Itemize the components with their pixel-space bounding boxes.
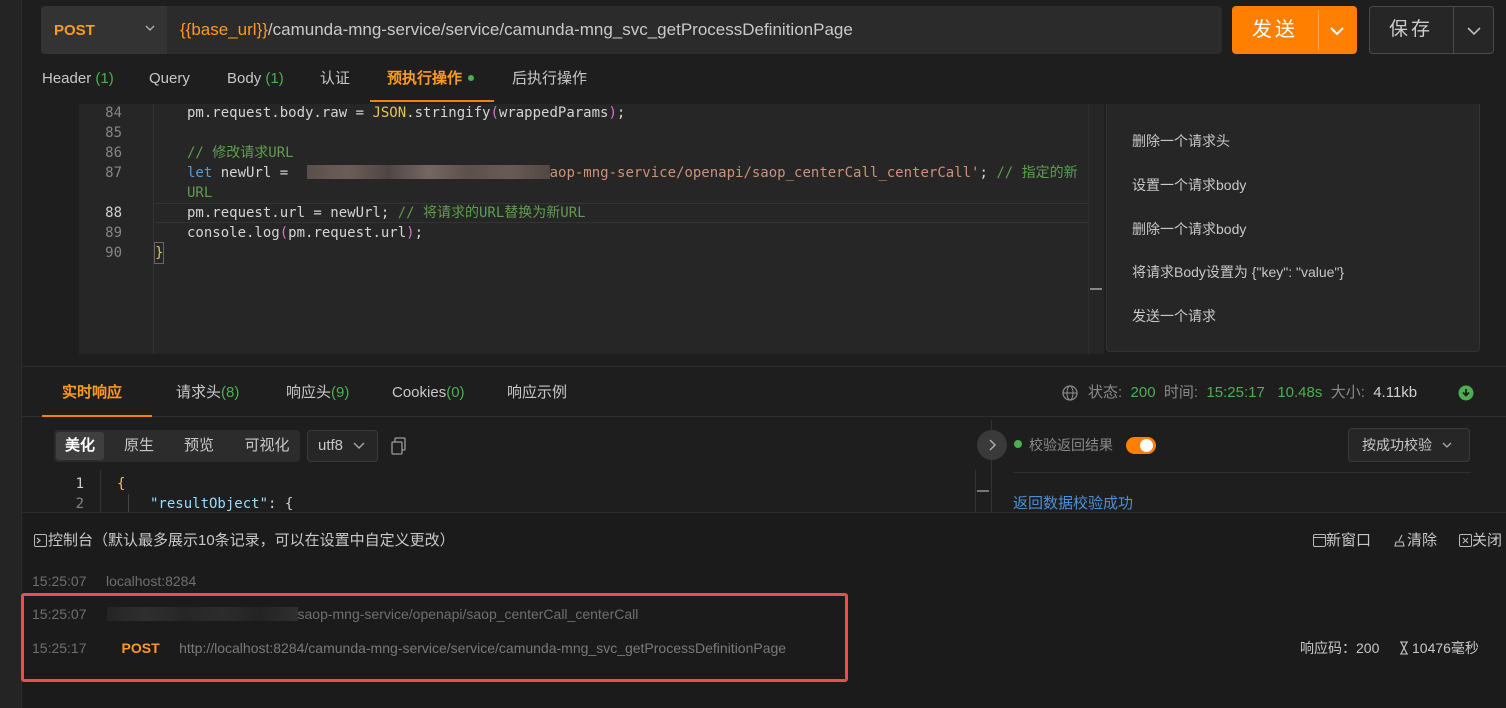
editor-gutter-border (100, 470, 101, 512)
line-number: 90 (105, 245, 122, 261)
method-label: POST (54, 21, 95, 39)
line-number: 88 (105, 205, 122, 221)
download-icon[interactable] (1458, 385, 1474, 401)
editor-scrollbar[interactable] (1088, 104, 1104, 354)
tabs-baseline (22, 416, 1506, 417)
tab-body[interactable]: Body (1) (227, 67, 284, 91)
line-number: 84 (105, 105, 122, 121)
active-script-dot (468, 75, 474, 81)
validation-status-dot (1014, 440, 1022, 448)
tab-header[interactable]: Header (1) (42, 67, 114, 91)
close-console-button[interactable]: 关闭 (1459, 530, 1502, 552)
save-button-label[interactable]: 保存 (1369, 6, 1453, 54)
line-number: 2 (75, 496, 84, 512)
chevron-down-icon (353, 442, 365, 449)
response-status-bar: 状态: 200 时间: 15:25:17 10.48s 大小: 4.11kb (1088, 384, 1418, 401)
validation-divider (1013, 472, 1471, 473)
tab-response-examples[interactable]: 响应示例 (507, 382, 567, 404)
chevron-down-icon (1442, 442, 1452, 448)
console-title: 控制台（默认最多展示10条记录，可以在设置中自定义更改） (48, 532, 455, 549)
annotation-highlight-box (21, 593, 848, 682)
redacted-region (306, 165, 550, 179)
send-button-divider (1318, 10, 1319, 50)
tab-post-request-script[interactable]: 后执行操作 (512, 67, 587, 91)
log-response-code: 响应码：200 (1300, 640, 1380, 656)
code-line[interactable]: pm.request.body.raw = JSON.stringify(wra… (187, 103, 625, 123)
new-window-icon (1313, 534, 1326, 547)
code-line[interactable]: console.log(pm.request.url); (187, 223, 423, 243)
editor-gutter-border (153, 104, 154, 354)
send-menu-chevron-icon[interactable] (1326, 22, 1348, 40)
snippet-set-body[interactable]: 设置一个请求body (1132, 175, 1246, 195)
tab-live-response[interactable]: 实时响应 (62, 382, 122, 404)
chevron-down-icon (145, 25, 155, 32)
close-icon (1459, 534, 1472, 547)
chevron-right-icon (989, 439, 997, 451)
console-icon (34, 534, 47, 547)
broom-icon (1394, 534, 1405, 547)
globe-icon[interactable] (1061, 384, 1079, 402)
method-select[interactable]: POST (41, 6, 167, 54)
code-line[interactable]: let newUrl = aop-mng-service/openapi/sao… (187, 163, 1078, 183)
view-mode-preview[interactable]: 预览 (174, 430, 224, 462)
send-button-label[interactable]: 发送 (1232, 6, 1318, 54)
encoding-value: utf8 (318, 437, 344, 454)
line-number: 86 (105, 145, 122, 161)
editor-scroll-thumb[interactable] (1090, 288, 1102, 290)
line-number: 1 (75, 476, 84, 492)
validation-rule-value: 按成功校验 (1362, 437, 1432, 453)
code-line[interactable]: pm.request.url = newUrl; // 将请求的URL替换为新U… (187, 203, 586, 223)
code-line[interactable]: // 修改请求URL (187, 143, 294, 163)
save-button-divider (1453, 7, 1454, 53)
tab-pre-request-script[interactable]: 预执行操作 (387, 67, 462, 91)
line-number: 85 (105, 125, 122, 141)
indent-guide (128, 494, 129, 512)
tab-cookies[interactable]: Cookies(0) (392, 382, 465, 404)
response-scroll-thumb[interactable] (977, 490, 989, 492)
view-mode-raw[interactable]: 原生 (114, 430, 164, 462)
view-mode-visualize[interactable]: 可视化 (236, 430, 298, 462)
response-size: 4.11kb (1373, 384, 1418, 401)
console-log-entry[interactable]: 15:25:07 localhost:8284 (32, 571, 196, 591)
tab-auth[interactable]: 认证 (320, 67, 350, 91)
snippet-send-request[interactable]: 发送一个请求 (1132, 306, 1216, 326)
response-code-line[interactable]: "resultObject": { (150, 494, 293, 514)
code-line-wrap[interactable]: URL (187, 183, 212, 203)
new-window-button[interactable]: 新窗口 (1313, 530, 1371, 552)
save-menu-chevron-icon[interactable] (1464, 22, 1484, 40)
left-gutter (0, 0, 22, 708)
section-divider (22, 366, 1506, 367)
line-number: 89 (105, 225, 122, 241)
active-tab-indicator (370, 100, 494, 102)
hourglass-icon (1400, 641, 1408, 655)
line-number: 87 (105, 165, 122, 181)
response-code-line[interactable]: { (117, 474, 125, 494)
active-tab-indicator (42, 415, 152, 417)
snippet-remove-header[interactable]: 删除一个请求头 (1132, 131, 1230, 151)
url-variable: {{base_url}} (180, 20, 268, 39)
tab-response-headers[interactable]: 响应头(9) (286, 382, 349, 404)
code-line[interactable]: } (153, 242, 165, 264)
response-duration: 10.48s (1277, 384, 1323, 401)
tab-request-headers[interactable]: 请求头(8) (176, 382, 239, 404)
url-path: /camunda-mng-service/service/camunda-mng… (267, 20, 853, 39)
snippet-set-body-json[interactable]: 将请求Body设置为 {"key": "value"} (1132, 262, 1344, 282)
validation-label: 校验返回结果 (1029, 437, 1113, 453)
validation-result: 返回数据校验成功 (1013, 495, 1134, 512)
copy-icon[interactable] (391, 437, 407, 455)
toggle-knob (1140, 439, 1153, 452)
log-elapsed-time: 10476毫秒 (1412, 640, 1479, 656)
status-code: 200 (1130, 384, 1156, 401)
snippet-remove-body[interactable]: 删除一个请求body (1132, 219, 1246, 239)
response-time: 15:25:17 (1206, 384, 1265, 401)
view-mode-pretty[interactable]: 美化 (56, 432, 104, 460)
clear-console-button[interactable]: 清除 (1394, 530, 1437, 552)
tab-query[interactable]: Query (149, 67, 190, 91)
url-input[interactable]: {{base_url}}/camunda-mng-service/service… (180, 6, 853, 54)
